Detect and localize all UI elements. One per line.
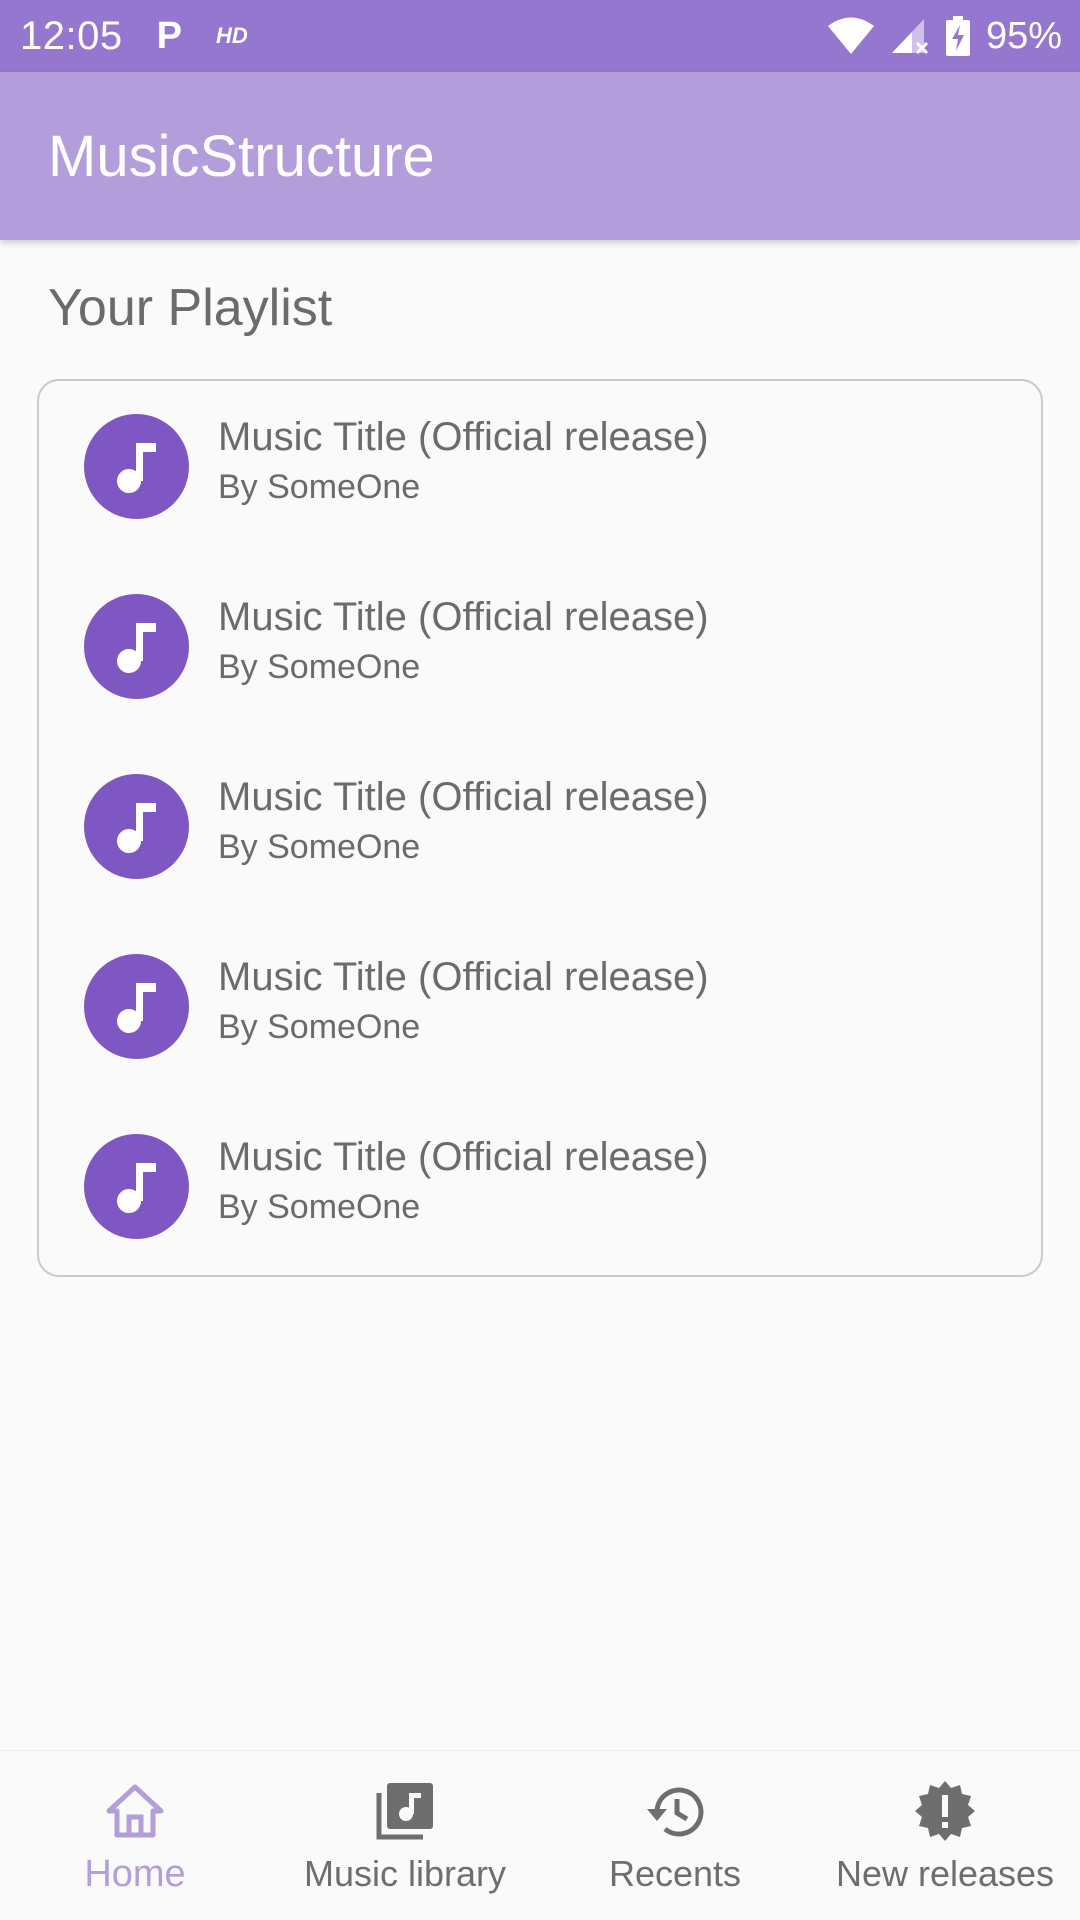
- screen: 12:05 P HD 95% MusicStructure Your Playl…: [0, 0, 1080, 1920]
- track-artist: By SomeOne: [218, 1188, 421, 1226]
- track-item[interactable]: Music Title (Official release) By SomeOn…: [39, 381, 1041, 561]
- nav-item-home[interactable]: Home: [0, 1751, 270, 1920]
- status-bar: 12:05 P HD 95%: [0, 0, 1080, 72]
- track-title: Music Title (Official release): [218, 415, 709, 459]
- battery-charging-icon: [945, 16, 970, 56]
- track-title: Music Title (Official release): [218, 955, 709, 999]
- track-item[interactable]: Music Title (Official release) By SomeOn…: [39, 561, 1041, 741]
- track-artist: By SomeOne: [218, 828, 421, 866]
- app-title: MusicStructure: [48, 123, 435, 189]
- track-title: Music Title (Official release): [218, 1135, 709, 1179]
- section-title: Your Playlist: [48, 279, 333, 337]
- library-music-icon: [376, 1783, 433, 1840]
- track-artist: By SomeOne: [218, 1008, 421, 1046]
- nav-item-new-releases[interactable]: New releases: [810, 1751, 1080, 1920]
- status-time: 12:05: [20, 13, 123, 58]
- home-icon: [106, 1784, 164, 1838]
- track-title: Music Title (Official release): [218, 775, 709, 819]
- new-releases-icon: [915, 1781, 975, 1841]
- track-item[interactable]: Music Title (Official release) By SomeOn…: [39, 741, 1041, 921]
- track-item[interactable]: Music Title (Official release) By SomeOn…: [39, 1101, 1041, 1281]
- nav-label-recents: Recents: [608, 1853, 742, 1894]
- app-bar: MusicStructure: [0, 72, 1080, 240]
- track-title: Music Title (Official release): [218, 595, 709, 639]
- history-icon: [647, 1787, 704, 1837]
- music-note-icon: [84, 954, 189, 1059]
- nav-item-music-library[interactable]: Music library: [270, 1751, 540, 1920]
- parking-indicator-icon: P: [156, 14, 182, 57]
- track-item[interactable]: Music Title (Official release) By SomeOn…: [39, 921, 1041, 1101]
- nav-label-music-library: Music library: [303, 1853, 507, 1894]
- bottom-navigation: Home Music library Recents New releases: [0, 1750, 1080, 1920]
- battery-percent: 95%: [985, 14, 1062, 57]
- music-note-icon: [84, 774, 189, 879]
- playlist-card: Music Title (Official release) By SomeOn…: [37, 379, 1043, 1277]
- cellular-signal-icon: [891, 19, 928, 55]
- track-artist: By SomeOne: [218, 468, 421, 506]
- status-left: 12:05 P HD: [20, 14, 248, 59]
- nav-label-new-releases: New releases: [835, 1853, 1055, 1894]
- music-note-icon: [84, 594, 189, 699]
- track-artist: By SomeOne: [218, 648, 421, 686]
- nav-item-recents[interactable]: Recents: [540, 1751, 810, 1920]
- music-note-icon: [84, 1134, 189, 1239]
- wifi-icon: [827, 17, 874, 54]
- nav-label-home: Home: [84, 1853, 186, 1895]
- music-note-icon: [84, 414, 189, 519]
- status-right: 95%: [827, 14, 1062, 58]
- hd-indicator: HD: [215, 23, 248, 48]
